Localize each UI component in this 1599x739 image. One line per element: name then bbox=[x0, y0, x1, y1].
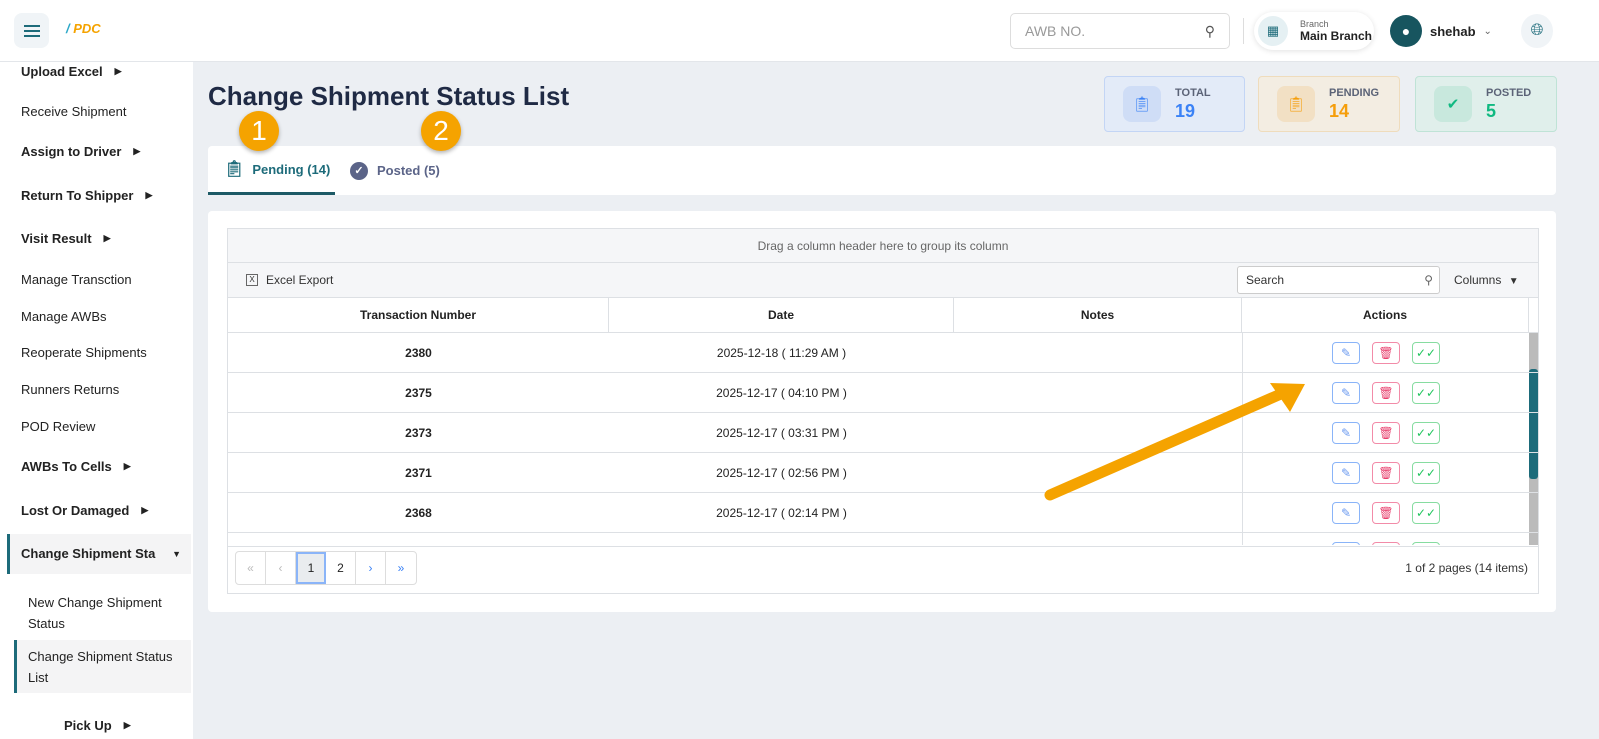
annotation-arrow bbox=[1044, 383, 1305, 501]
